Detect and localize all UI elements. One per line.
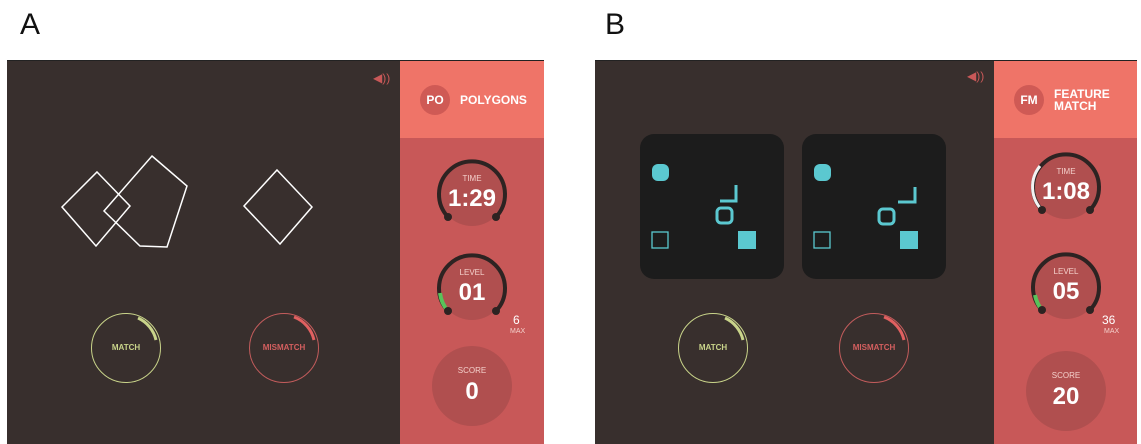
- time-dial: TIME 1:08: [1028, 148, 1104, 224]
- level-dial: LEVEL 05: [1028, 248, 1104, 324]
- level-label: LEVEL: [1053, 267, 1079, 276]
- score-value: 20: [1052, 383, 1080, 410]
- game-screen-b: ◀)) MATCH MISMATCH FM FEATURE MATCH TIME…: [595, 60, 1137, 444]
- game-screen-a: ◀)) MATCH MISMATCH PO POLYGONS TIME 1:29…: [7, 60, 544, 444]
- level-max-label: MAX: [1104, 328, 1120, 335]
- speaker-icon[interactable]: ◀)): [967, 69, 984, 83]
- outline-rounded-square: [877, 207, 896, 226]
- outline-rounded-square: [715, 206, 734, 225]
- outline-square: [813, 231, 831, 249]
- time-value: 1:29: [447, 185, 497, 212]
- corner-shape: [720, 185, 738, 203]
- time-value: 1:08: [1041, 178, 1091, 205]
- mismatch-button-label: MISMATCH: [262, 343, 306, 352]
- level-max-label: MAX: [510, 328, 526, 335]
- panel-b-letter: B: [605, 8, 626, 41]
- level-dial: LEVEL 01: [434, 249, 510, 325]
- corner-shape: [898, 187, 917, 204]
- score-label: SCORE: [457, 366, 487, 375]
- stimulus-area-a: [60, 154, 314, 248]
- filled-square: [738, 231, 756, 249]
- game-header: FM FEATURE MATCH: [994, 61, 1137, 138]
- game-badge: PO: [420, 84, 450, 115]
- polygon-shape: [102, 154, 188, 248]
- match-button[interactable]: MATCH: [91, 313, 161, 383]
- level-label: LEVEL: [459, 268, 485, 277]
- game-header: PO POLYGONS: [400, 61, 544, 138]
- game-badge: FM: [1014, 84, 1044, 115]
- card-shapes: [651, 164, 756, 249]
- sidebar-a: PO POLYGONS TIME 1:29 LEVEL 01 6 MAX SCO…: [400, 61, 544, 444]
- score-display: SCORE 20: [1026, 351, 1106, 431]
- outline-square: [651, 231, 669, 249]
- time-label: TIME: [1056, 167, 1076, 176]
- mismatch-button[interactable]: MISMATCH: [249, 313, 319, 383]
- level-max-value: 36: [1102, 313, 1116, 327]
- match-button[interactable]: MATCH: [678, 313, 748, 383]
- polygon-shape: [60, 170, 132, 248]
- game-name: POLYGONS: [460, 92, 527, 107]
- sidebar-b: FM FEATURE MATCH TIME 1:08 LEVEL 05 36 M…: [994, 61, 1137, 444]
- mismatch-button-label: MISMATCH: [852, 343, 896, 352]
- score-value: 0: [465, 378, 479, 405]
- level-value: 05: [1052, 278, 1080, 305]
- match-button-label: MATCH: [111, 343, 141, 352]
- score-label: SCORE: [1051, 371, 1081, 380]
- stimulus-card-right: [802, 134, 946, 279]
- stimulus-card-left: [640, 134, 784, 279]
- filled-rounded-square: [652, 164, 669, 181]
- game-name: FEATURE MATCH: [1054, 86, 1110, 113]
- level-value: 01: [458, 279, 486, 306]
- time-label: TIME: [462, 174, 482, 183]
- level-max-value: 6: [513, 313, 520, 327]
- mismatch-button[interactable]: MISMATCH: [839, 313, 909, 383]
- panel-a-letter: A: [20, 8, 41, 41]
- filled-square: [900, 231, 918, 249]
- time-dial: TIME 1:29: [434, 155, 510, 231]
- match-button-label: MATCH: [698, 343, 728, 352]
- score-display: SCORE 0: [432, 346, 512, 426]
- filled-rounded-square: [814, 164, 831, 181]
- card-shapes: [813, 164, 918, 249]
- polygon-shape: [242, 168, 314, 246]
